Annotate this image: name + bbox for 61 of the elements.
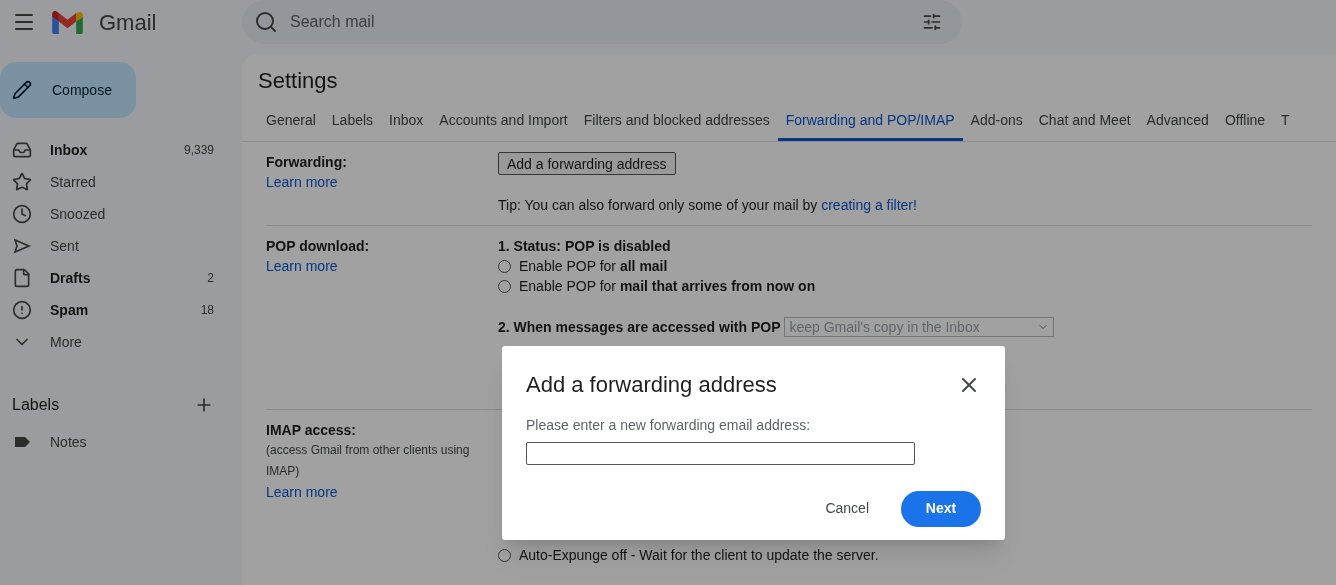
setting-label: IMAP access: xyxy=(266,421,356,440)
learn-more-link[interactable]: Learn more xyxy=(266,172,338,192)
settings-tab[interactable]: Accounts and Import xyxy=(431,102,576,141)
option-label: Enable POP for all mail xyxy=(519,257,668,276)
pencil-icon xyxy=(12,80,32,100)
search-field[interactable]: Search mail xyxy=(242,0,962,44)
sidebar-item[interactable]: Inbox 9,339 xyxy=(0,134,226,166)
next-button[interactable]: Next xyxy=(901,490,981,527)
sidebar-item[interactable]: Sent xyxy=(0,230,226,262)
dialog-prompt: Please enter a new forwarding email address: xyxy=(526,416,812,435)
sidebar-item[interactable]: Snoozed xyxy=(0,198,226,230)
radio-button[interactable] xyxy=(498,548,511,562)
settings-tab[interactable]: T xyxy=(1273,102,1298,141)
settings-tab[interactable]: Chat and Meet xyxy=(1030,102,1139,141)
setting-note: (access Gmail from other clients using IMAP) xyxy=(266,442,471,480)
sidebar-item[interactable]: Drafts 2 xyxy=(0,262,226,294)
inbox-icon xyxy=(12,140,32,160)
setting-label: POP download: xyxy=(266,237,370,256)
item-count: 9,339 xyxy=(183,142,214,159)
option-label: Auto-Expunge off - Wait for the client to update the server. xyxy=(519,546,879,565)
search-input[interactable]: Search mail xyxy=(290,10,910,34)
gmail-logo-icon xyxy=(52,10,83,34)
radio-button[interactable] xyxy=(498,259,511,273)
radio-button[interactable] xyxy=(498,279,511,293)
clock-icon xyxy=(12,204,32,224)
label-item[interactable]: Notes xyxy=(0,426,226,458)
settings-tab[interactable]: Add-ons xyxy=(962,102,1031,141)
sidebar-item[interactable]: Starred xyxy=(0,166,226,198)
add-forwarding-button[interactable]: Add a forwarding address xyxy=(498,152,676,175)
item-count: 2 xyxy=(207,270,214,287)
option-label: Enable POP for mail that arrives from now on xyxy=(519,277,816,296)
create-filter-link[interactable]: creating a filter! xyxy=(821,197,917,213)
alert-icon xyxy=(12,300,32,320)
settings-tab[interactable]: Inbox xyxy=(381,102,432,141)
tip-text: Tip: You can also forward only some of your mail by creating a filter! xyxy=(498,196,917,215)
app-name: Gmail xyxy=(99,8,157,37)
section-heading: Labels xyxy=(12,395,61,415)
setting-label: Forwarding: xyxy=(266,153,347,172)
cancel-button[interactable]: Cancel xyxy=(813,490,881,527)
settings-tab[interactable]: Filters and blocked addresses xyxy=(575,102,778,141)
sidebar-item[interactable]: Spam 18 xyxy=(0,294,226,326)
step-label: 2. When messages are accessed with POP xyxy=(498,318,781,337)
learn-more-link[interactable]: Learn more xyxy=(266,256,338,276)
settings-tab[interactable]: General xyxy=(258,102,324,141)
settings-tab[interactable]: Advanced xyxy=(1138,102,1217,141)
page-title: Settings xyxy=(257,67,339,95)
send-icon xyxy=(12,236,32,256)
settings-tab[interactable]: Forwarding and POP/IMAP xyxy=(777,102,963,141)
search-icon xyxy=(254,10,278,34)
dialog-title: Add a forwarding address xyxy=(526,371,777,399)
learn-more-link[interactable]: Learn more xyxy=(266,482,338,502)
sidebar-item[interactable]: More xyxy=(0,326,226,358)
pop-status: 1. Status: POP is disabled xyxy=(498,237,671,256)
item-count: 18 xyxy=(200,302,214,319)
file-icon xyxy=(12,268,32,288)
email-input-field[interactable] xyxy=(526,442,915,465)
settings-tab[interactable]: Labels xyxy=(323,102,382,141)
filter-options-icon[interactable] xyxy=(922,12,942,32)
compose-button[interactable]: Compose xyxy=(0,62,136,118)
settings-tab[interactable]: Offline xyxy=(1216,102,1274,141)
star-icon xyxy=(12,172,32,192)
